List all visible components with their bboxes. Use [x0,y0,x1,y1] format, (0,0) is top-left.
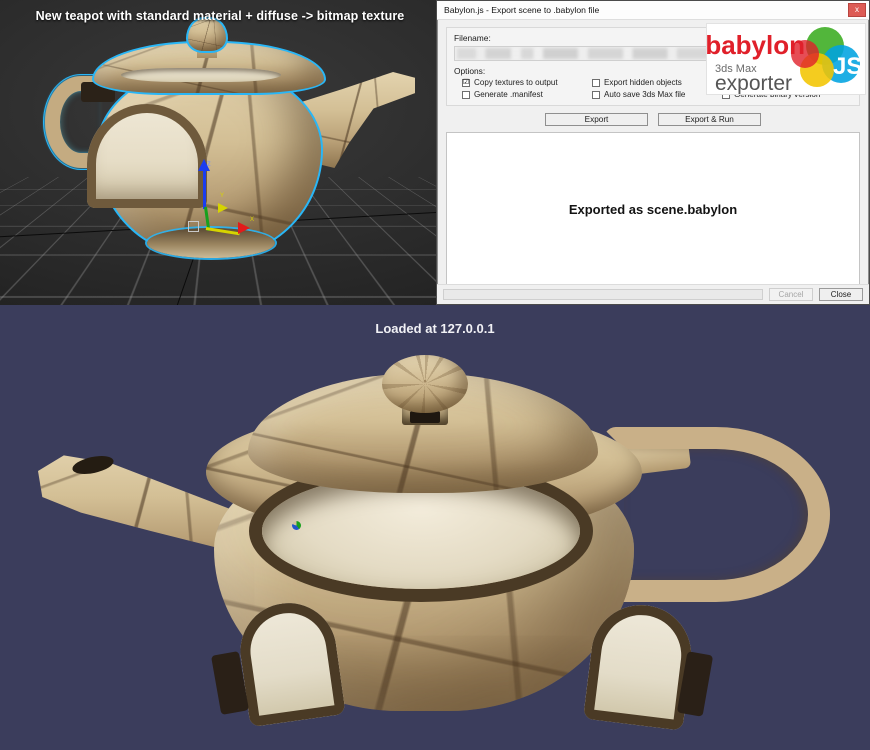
dialog-titlebar[interactable]: Babylon.js - Export scene to .babylon fi… [437,1,869,20]
teapot-knob [186,17,228,53]
checkbox-auto-save-3ds-max-file[interactable] [592,90,600,99]
export-dialog[interactable]: Babylon.js - Export scene to .babylon fi… [436,0,870,305]
option-export-hidden-objects[interactable]: Export hidden objects [592,78,722,87]
screenshot-root: New teapot with standard material + diff… [0,0,870,750]
dialog-title: Babylon.js - Export scene to .babylon fi… [444,5,600,15]
logo-js-text: JS [833,53,862,80]
viewport-caption: New teapot with standard material + diff… [35,9,405,23]
logo-graphic: babylon JS 3ds Max exporter [707,27,862,95]
progress-bar [443,289,763,300]
teapot-lid-slot [121,68,281,82]
action-button-row: Export Export & Run [446,113,860,126]
log-message: Exported as scene.babylon [568,202,738,217]
loaded-teapot-knob [382,355,468,413]
logo-brand-text: babylon [707,30,805,60]
loaded-teapot-marker-dot [292,521,301,530]
checkbox-generate-manifest[interactable] [462,90,470,99]
option-label: Auto save 3ds Max file [604,90,686,99]
cancel-button: Cancel [769,288,813,301]
log-panel: Exported as scene.babylon [446,132,860,287]
checkbox-export-hidden-objects[interactable] [592,78,600,87]
export-and-run-button[interactable]: Export & Run [658,113,761,126]
babylon-viewport-caption: Loaded at 127.0.0.1 [375,321,495,336]
checkbox-copy-textures-to-output[interactable]: ☑ [462,78,470,87]
3dsmax-viewport[interactable]: New teapot with standard material + diff… [0,0,440,305]
option-generate-manifest[interactable]: Generate .manifest [462,90,592,99]
option-auto-save-3ds-max-file[interactable]: Auto save 3ds Max file [592,90,722,99]
transform-gizmo-icon[interactable]: Z Y X [186,159,258,237]
dialog-statusbar: Cancel Close [437,284,869,304]
logo-product-large: exporter [715,72,792,95]
loaded-teapot-handle [602,427,830,602]
teapot-model-selected[interactable] [35,17,415,283]
option-label: Export hidden objects [604,78,682,87]
babylonjs-exporter-logo: babylon JS 3ds Max exporter [706,23,866,95]
close-icon[interactable]: x [848,3,866,17]
option-label: Generate .manifest [474,90,543,99]
option-label: Copy textures to output [474,78,558,87]
close-button[interactable]: Close [819,288,863,301]
export-button[interactable]: Export [545,113,648,126]
teapot-model-loaded[interactable] [30,353,840,731]
babylonjs-viewport[interactable]: Loaded at 127.0.0.1 [0,305,870,750]
option-copy-textures-to-output[interactable]: ☑ Copy textures to output [462,78,592,87]
